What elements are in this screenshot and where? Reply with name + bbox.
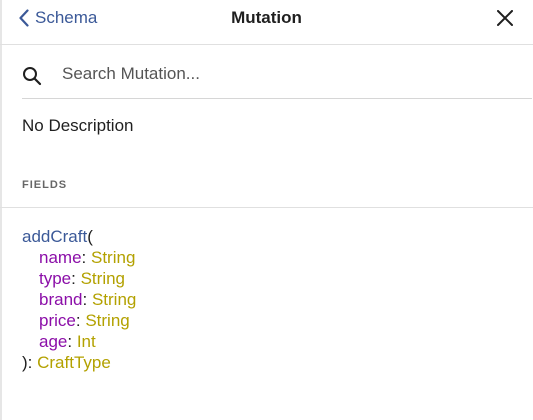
argument-name: name — [39, 248, 82, 267]
close-paren: ): — [22, 353, 38, 372]
doc-explorer-header: Schema Mutation — [0, 0, 533, 45]
field-argument: brand: String — [39, 290, 137, 309]
argument-type-link[interactable]: String — [91, 248, 135, 267]
field-argument: price: String — [39, 311, 130, 330]
field-argument: age: Int — [39, 332, 96, 351]
argument-type-link[interactable]: String — [85, 311, 129, 330]
close-icon[interactable] — [497, 10, 513, 26]
section-divider — [0, 207, 533, 208]
return-type-link[interactable]: CraftType — [37, 353, 111, 372]
field-argument: name: String — [39, 248, 136, 267]
argument-name: brand — [39, 290, 83, 309]
type-description: No Description — [22, 116, 134, 135]
page-title: Mutation — [231, 8, 302, 27]
field-definition: addCraft( name: String type: String bran… — [22, 226, 136, 373]
argument-name: price — [39, 311, 76, 330]
field-signature-open: addCraft( — [22, 226, 136, 247]
open-paren: ( — [87, 227, 93, 246]
argument-type-link[interactable]: String — [92, 290, 136, 309]
doc-explorer-panel: Schema Mutation No Description FIELDS ad… — [0, 0, 533, 420]
panel-left-border — [0, 0, 2, 420]
field-name-link[interactable]: addCraft — [22, 227, 87, 246]
argument-type-link[interactable]: Int — [77, 332, 96, 351]
argument-name: type — [39, 269, 72, 288]
field-signature-close: ): CraftType — [22, 352, 136, 373]
fields-section-label: FIELDS — [22, 179, 68, 191]
argument-name: age — [39, 332, 68, 351]
search-input[interactable] — [62, 62, 512, 86]
search-icon — [22, 66, 42, 86]
argument-type-link[interactable]: String — [81, 269, 125, 288]
field-argument: type: String — [39, 269, 126, 288]
search-bar — [22, 52, 532, 99]
